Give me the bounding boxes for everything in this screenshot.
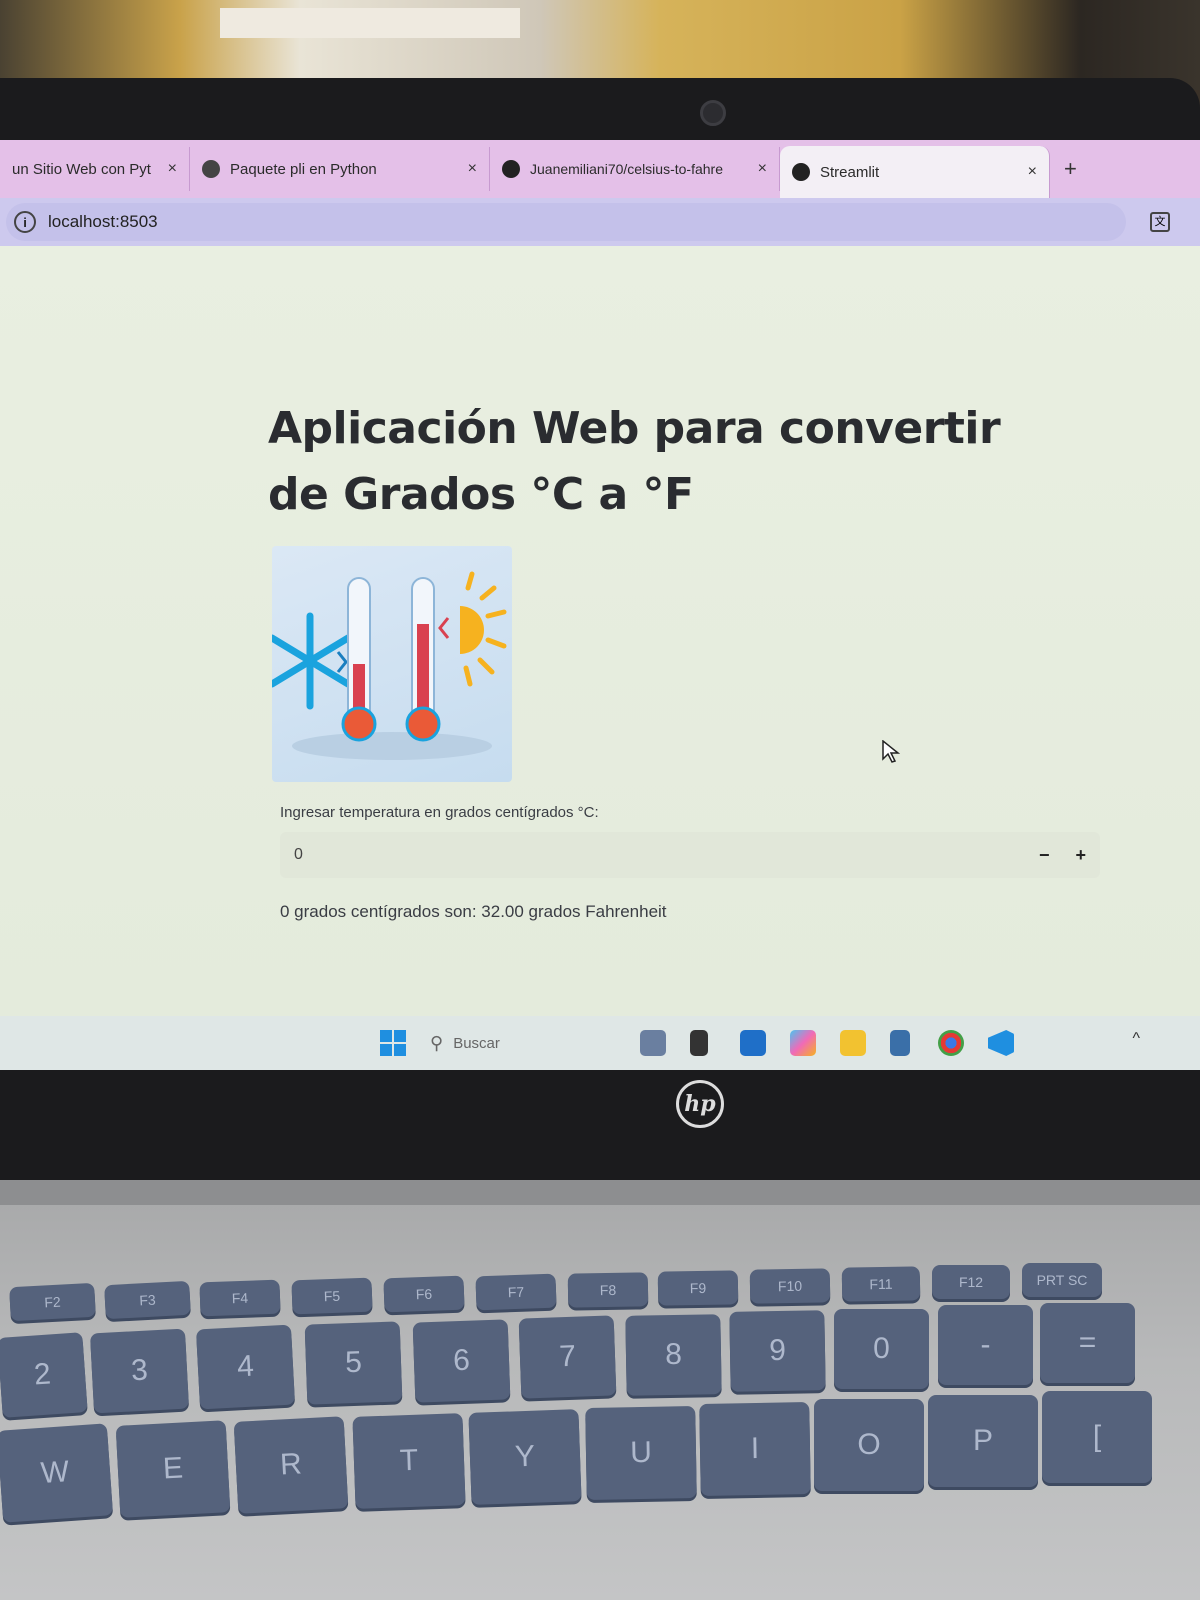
- close-icon[interactable]: ×: [468, 160, 477, 178]
- key-f9: F9: [657, 1270, 739, 1306]
- celsius-input-value: 0: [294, 846, 303, 863]
- tab-label: Paquete pli en Python: [230, 160, 377, 178]
- tab-label: un Sitio Web con Pyt: [12, 160, 151, 178]
- new-tab-button[interactable]: +: [1064, 156, 1077, 182]
- snowflake-icon: [268, 612, 352, 710]
- address-bar: i localhost:8503 文: [0, 198, 1200, 246]
- task-view-icon[interactable]: [690, 1030, 708, 1056]
- streamlit-favicon-icon: [792, 163, 810, 181]
- webcam: [700, 100, 726, 126]
- key-r: R: [233, 1416, 349, 1514]
- tab-label: Juanemiliani70/celsius-to-fahre: [530, 161, 723, 177]
- keyboard-deck: F2 F3 F4 F5 F6 F7 F8 F9 F10 F11 F12 PRT …: [0, 1205, 1200, 1600]
- tab-github-repo[interactable]: Juanemiliani70/celsius-to-fahre ×: [490, 147, 780, 191]
- key-5: 5: [304, 1321, 403, 1405]
- site-info-icon[interactable]: i: [14, 211, 36, 233]
- headset-app-icon[interactable]: [640, 1030, 666, 1056]
- key-t: T: [352, 1413, 466, 1509]
- taskbar-search[interactable]: ⚲ Buscar: [430, 1026, 600, 1060]
- search-icon: ⚲: [430, 1032, 444, 1053]
- key-bracket: [: [1042, 1391, 1152, 1483]
- tab-sitio-web[interactable]: un Sitio Web con Pyt ×: [0, 147, 190, 191]
- thermometer-illustration-icon: [268, 571, 507, 760]
- mouse-pointer-icon: [882, 740, 900, 763]
- key-7: 7: [518, 1315, 617, 1399]
- tab-streamlit[interactable]: Streamlit ×: [780, 146, 1050, 198]
- key-i: I: [699, 1402, 811, 1496]
- key-y: Y: [468, 1409, 582, 1505]
- close-icon[interactable]: ×: [1028, 163, 1037, 181]
- chrome-favicon-icon: [202, 160, 220, 178]
- key-f8: F8: [567, 1272, 649, 1308]
- windows-taskbar: ⚲ Buscar ^: [0, 1016, 1200, 1070]
- key-9: 9: [729, 1310, 826, 1392]
- key-f7: F7: [475, 1273, 557, 1311]
- notepad-icon[interactable]: [890, 1030, 910, 1056]
- streamlit-page: Aplicación Web para convertir de Grados …: [0, 246, 1200, 1016]
- laptop-screen: un Sitio Web con Pyt × Paquete pli en Py…: [0, 140, 1200, 1070]
- tab-label: Streamlit: [820, 163, 880, 181]
- key-f6: F6: [383, 1275, 465, 1313]
- close-icon[interactable]: ×: [168, 160, 177, 178]
- windows-start-icon[interactable]: [380, 1030, 406, 1056]
- key-f3: F3: [104, 1280, 191, 1320]
- conversion-result: 0 grados centígrados son: 32.00 grados F…: [280, 902, 667, 921]
- quantity-stepper: − +: [1039, 832, 1086, 878]
- file-explorer-icon[interactable]: [840, 1030, 866, 1056]
- close-icon[interactable]: ×: [758, 160, 767, 178]
- hp-logo: hp: [676, 1080, 724, 1128]
- key-f10: F10: [749, 1268, 831, 1304]
- search-placeholder: Buscar: [453, 1034, 500, 1052]
- key-8: 8: [625, 1314, 722, 1396]
- chevron-up-icon[interactable]: ^: [1132, 1030, 1140, 1048]
- increment-button[interactable]: +: [1075, 845, 1086, 866]
- page-title: Aplicación Web para convertir de Grados …: [268, 403, 1001, 520]
- key-equals: =: [1040, 1303, 1135, 1383]
- url-input[interactable]: i localhost:8503: [6, 203, 1126, 241]
- shelf: [220, 8, 520, 38]
- key-u: U: [585, 1406, 697, 1500]
- key-4: 4: [195, 1324, 296, 1410]
- key-f12: F12: [932, 1265, 1010, 1299]
- url-text: localhost:8503: [48, 212, 158, 231]
- key-f5: F5: [291, 1277, 373, 1315]
- key-minus: -: [938, 1305, 1033, 1385]
- temperature-input-label: Ingresar temperatura en grados centígrad…: [280, 804, 599, 821]
- chrome-icon[interactable]: [938, 1030, 964, 1056]
- key-6: 6: [412, 1319, 511, 1403]
- celsius-number-input[interactable]: 0 − +: [280, 832, 1100, 878]
- key-f2: F2: [9, 1282, 96, 1322]
- github-icon: [502, 160, 520, 178]
- key-o: O: [814, 1399, 924, 1491]
- key-0: 0: [834, 1309, 929, 1389]
- key-e: E: [115, 1420, 231, 1518]
- key-f11: F11: [841, 1266, 921, 1302]
- tab-paquete-pli[interactable]: Paquete pli en Python ×: [190, 147, 490, 191]
- key-3: 3: [89, 1328, 190, 1414]
- key-w: W: [0, 1423, 114, 1523]
- store-icon[interactable]: [740, 1030, 766, 1056]
- sun-icon: [460, 571, 507, 687]
- background-room: [0, 0, 1200, 90]
- key-2: 2: [0, 1332, 88, 1418]
- key-p: P: [928, 1395, 1038, 1487]
- decrement-button[interactable]: −: [1039, 845, 1050, 866]
- browser-tab-strip: un Sitio Web con Pyt × Paquete pli en Py…: [0, 140, 1200, 198]
- copilot-icon[interactable]: [790, 1030, 816, 1056]
- translate-icon[interactable]: 文: [1150, 212, 1170, 232]
- key-f4: F4: [199, 1279, 281, 1317]
- thermometer-image: [268, 546, 512, 782]
- key-prtsc: PRT SC: [1022, 1263, 1102, 1297]
- vscode-icon[interactable]: [988, 1030, 1014, 1056]
